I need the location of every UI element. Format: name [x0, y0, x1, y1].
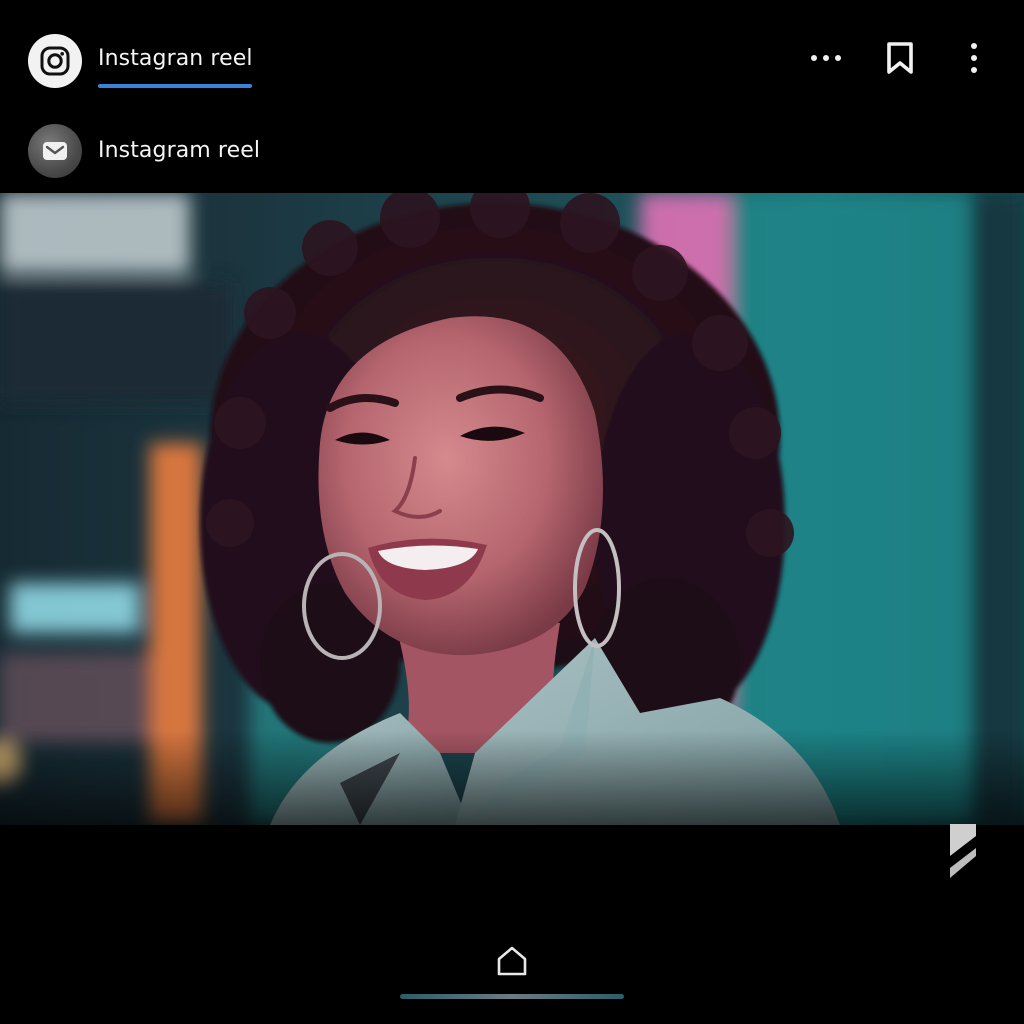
primary-account-label: Instagran reel: [98, 46, 253, 71]
home-indicator-bar[interactable]: [400, 994, 624, 999]
instagram-icon: [28, 34, 82, 88]
video-progress-marker: [946, 822, 980, 880]
primary-account-tab[interactable]: Instagran reel: [28, 34, 253, 90]
more-vertical-icon[interactable]: [952, 36, 996, 80]
secondary-account-label: Instagram reel: [98, 138, 261, 163]
header-actions: [804, 36, 996, 80]
home-icon[interactable]: [490, 940, 534, 982]
more-horizontal-icon[interactable]: [804, 36, 848, 80]
secondary-account-tab[interactable]: Instagram reel: [28, 124, 260, 178]
reel-photo: [0, 193, 1024, 825]
mail-icon: [28, 124, 82, 178]
reel-video-frame[interactable]: [0, 193, 1024, 825]
reel-screen: Instagran reel Instagram reel: [0, 0, 1024, 1024]
bookmark-icon[interactable]: [878, 36, 922, 80]
active-tab-indicator: [98, 84, 252, 88]
